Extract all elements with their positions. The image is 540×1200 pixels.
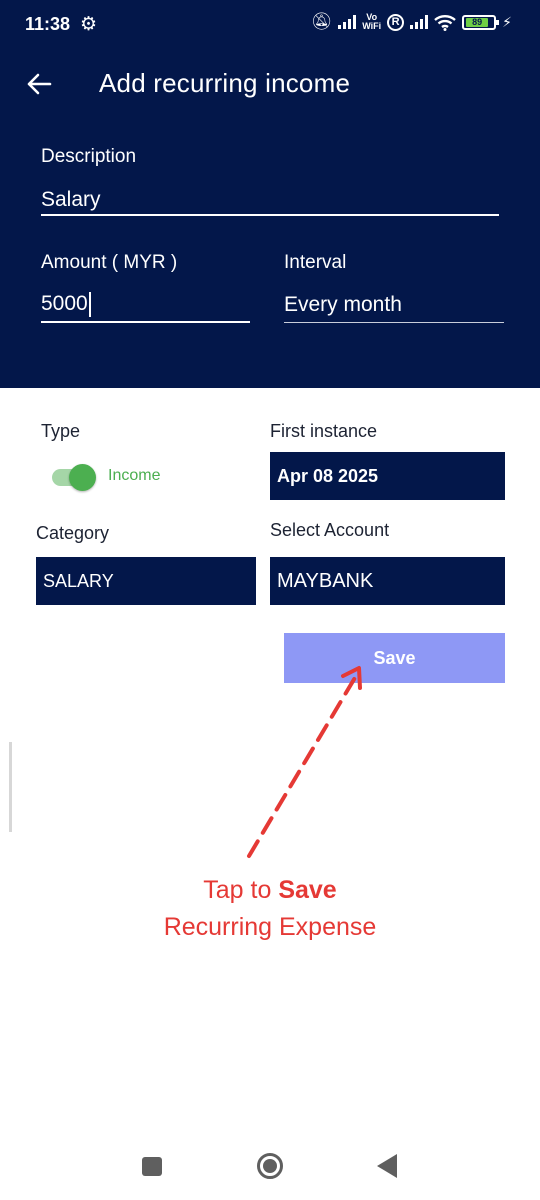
annotation-bold: Save [278, 876, 337, 904]
toggle-knob [69, 464, 96, 491]
amount-underline [41, 321, 250, 323]
wifi-icon [434, 14, 456, 31]
home-circle-icon[interactable] [257, 1153, 283, 1179]
account-selector[interactable]: MAYBANK [270, 557, 505, 605]
recents-square-icon[interactable] [142, 1157, 162, 1176]
status-time: 11:38 [25, 14, 71, 34]
charging-icon: ⚡︎ [502, 13, 512, 30]
app-header: 11:38 ⚙ 🔕︎ Vo WiFi R 89 ⚡︎ Add recurring … [0, 0, 540, 388]
signal-icon [338, 15, 357, 29]
first-instance-value: Apr 08 2025 [277, 465, 379, 486]
interval-underline [284, 322, 504, 323]
category-value: SALARY [43, 570, 114, 591]
back-arrow-icon[interactable] [25, 64, 55, 104]
type-toggle-label: Income [108, 467, 161, 484]
edge-scroll-indicator [9, 742, 12, 832]
page-title: Add recurring income [99, 68, 351, 98]
text-cursor [88, 292, 91, 317]
category-selector[interactable]: SALARY [36, 557, 256, 605]
save-button[interactable]: Save [284, 633, 505, 683]
status-bar: 11:38 ⚙ 🔕︎ Vo WiFi R 89 ⚡︎ [0, 0, 540, 50]
settings-gear-icon: ⚙ [80, 14, 98, 35]
description-field[interactable]: Salary [41, 188, 101, 212]
battery-icon: 89 [462, 14, 500, 30]
description-label: Description [41, 146, 137, 167]
roaming-icon: R [387, 13, 405, 31]
select-account-label: Select Account [270, 520, 390, 540]
account-value: MAYBANK [277, 569, 374, 592]
mute-bell-icon: 🔕︎ [310, 12, 333, 31]
annotation-line-2: Recurring Expense [163, 913, 377, 941]
interval-label: Interval [284, 252, 347, 273]
system-nav-bar [0, 1140, 540, 1200]
volte-icon: Vo WiFi [362, 12, 382, 31]
description-underline [41, 214, 499, 216]
interval-dropdown[interactable]: Every month [284, 293, 402, 317]
first-instance-date-button[interactable]: Apr 08 2025 [270, 452, 505, 500]
type-toggle[interactable] [52, 464, 96, 491]
category-label: Category [36, 523, 110, 543]
amount-field[interactable]: 5000 [41, 292, 91, 317]
status-icons: 🔕︎ Vo WiFi R 89 ⚡︎ [311, 12, 512, 32]
annotation-line-1: Tap to Save [203, 876, 337, 904]
annotation-text: Tap to Save Recurring Expense [0, 872, 540, 946]
type-label: Type [41, 421, 81, 441]
amount-value: 5000 [41, 292, 88, 316]
back-triangle-icon[interactable] [377, 1154, 397, 1178]
amount-label: Amount ( MYR ) [41, 252, 178, 273]
first-instance-label: First instance [270, 421, 378, 441]
signal-icon-2 [410, 15, 429, 29]
